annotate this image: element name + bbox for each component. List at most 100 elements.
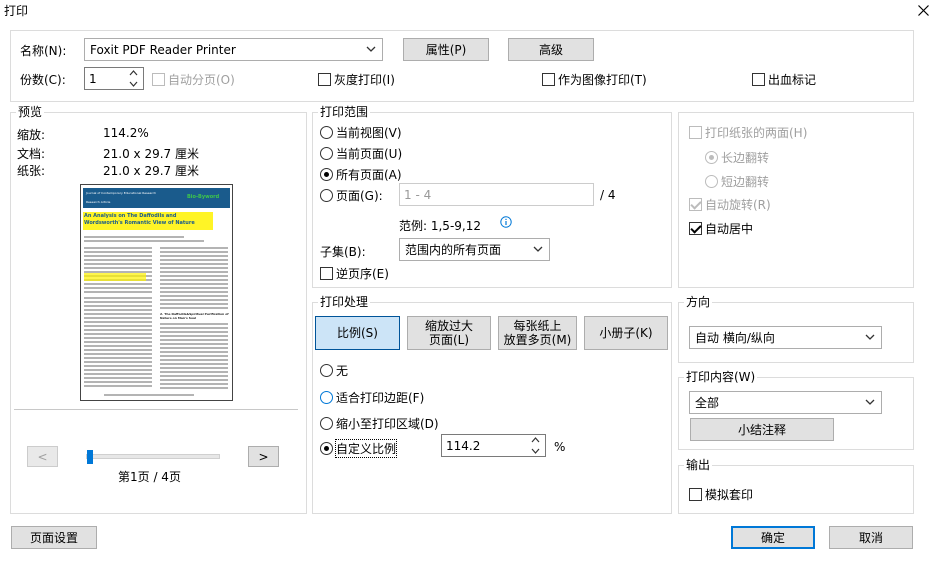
copies-label: 份数(C): (20, 73, 66, 87)
print-range-title: 打印范围 (318, 105, 371, 119)
bleed-marks-checkbox[interactable]: 出血标记 (752, 71, 816, 88)
simulate-overprint-label: 模拟套印 (705, 488, 754, 502)
advanced-button[interactable]: 高级 (508, 38, 594, 61)
copies-stepper[interactable]: 1 (84, 67, 144, 90)
all-pages-label: 所有页面(A) (336, 168, 402, 182)
current-view-label: 当前视图(V) (336, 126, 402, 140)
next-page-button[interactable]: > (248, 446, 279, 467)
current-view-radio-circle (320, 126, 333, 139)
tab-tile-large-pages[interactable]: 缩放过大 页面(L) (407, 316, 491, 350)
short-edge-radio[interactable]: 短边翻转 (705, 173, 769, 190)
fit-margins-radio-circle (320, 391, 333, 404)
shrink-radio[interactable]: 缩小至打印区域(D) (320, 415, 439, 432)
ok-button[interactable]: 确定 (731, 526, 815, 549)
total-pages: / 4 (600, 188, 616, 202)
spin-down-icon[interactable] (531, 447, 540, 455)
chevron-down-icon (865, 399, 875, 405)
tab-scale[interactable]: 比例(S) (315, 316, 400, 350)
pages-radio-circle (320, 189, 333, 202)
page-slider[interactable] (86, 450, 220, 464)
scale-none-label: 无 (336, 364, 349, 378)
scale-none-radio[interactable]: 无 (320, 362, 348, 379)
paper-label: 纸张: (17, 164, 46, 178)
auto-center-checkbox[interactable]: 自动居中 (689, 220, 753, 237)
short-edge-label: 短边翻转 (721, 175, 770, 189)
preview-divider (14, 409, 298, 410)
reverse-pages-checkbox[interactable]: 逆页序(E) (320, 265, 389, 282)
pages-radio[interactable]: 页面(G): (320, 187, 383, 204)
printer-select[interactable]: Foxit PDF Reader Printer (84, 38, 383, 61)
thumbnail-journal: Journal of Contemporary Educational Rese… (86, 191, 157, 195)
tab-multi-line1: 每张纸上 (513, 319, 562, 333)
document-value: 21.0 x 29.7 厘米 (103, 147, 199, 161)
both-sides-box (689, 126, 702, 139)
auto-rotate-label: 自动旋转(R) (705, 198, 771, 212)
thumbnail-brand: Bio-Byword (187, 194, 220, 200)
long-edge-label: 长边翻转 (721, 151, 770, 165)
tab-booklet[interactable]: 小册子(K) (584, 316, 668, 350)
properties-button[interactable]: 属性(P) (403, 38, 489, 61)
auto-rotate-box (689, 198, 702, 211)
pages-input[interactable]: 1 - 4 (399, 183, 594, 206)
both-sides-checkbox[interactable]: 打印纸张的两面(H) (689, 124, 807, 141)
current-page-radio[interactable]: 当前页面(U) (320, 145, 402, 162)
page-setup-button[interactable]: 页面设置 (11, 526, 97, 549)
collate-checkbox[interactable]: 自动分页(O) (152, 71, 235, 88)
simulate-overprint-checkbox[interactable]: 模拟套印 (689, 486, 753, 503)
print-what-select[interactable]: 全部 (689, 391, 882, 414)
fit-margins-label: 适合打印边距(F) (336, 391, 425, 405)
tab-tile-line1: 缩放过大 (424, 319, 473, 333)
tab-multi-line2: 放置多页(M) (503, 333, 572, 347)
orientation-title: 方向 (684, 295, 713, 309)
orientation-select-value: 自动 横向/纵向 (695, 331, 775, 345)
orientation-select[interactable]: 自动 横向/纵向 (689, 326, 882, 349)
printer-name-label: 名称(N): (20, 44, 67, 58)
long-edge-radio[interactable]: 长边翻转 (705, 149, 769, 166)
page-slider-thumb[interactable] (87, 450, 93, 464)
window-title: 打印 (4, 4, 29, 18)
thumbnail-journal-sub: Research Article (86, 200, 111, 204)
custom-scale-radio-circle (320, 442, 333, 455)
spin-up-icon[interactable] (531, 436, 540, 444)
thumbnail-article-title: An Analysis on The Daffodils and Wordswo… (84, 213, 195, 226)
printer-select-value: Foxit PDF Reader Printer (90, 42, 236, 57)
info-icon[interactable] (500, 216, 512, 228)
scale-value: 114.2% (103, 126, 149, 140)
custom-scale-radio[interactable]: 自定义比例 (320, 439, 398, 458)
shrink-label: 缩小至打印区域(D) (336, 417, 439, 431)
copies-value: 1 (89, 71, 97, 86)
print-what-title: 打印内容(W) (684, 370, 758, 384)
prev-page-button[interactable]: < (27, 446, 58, 467)
pages-placeholder: 1 - 4 (404, 187, 432, 202)
custom-scale-label: 自定义比例 (334, 439, 398, 458)
paper-value: 21.0 x 29.7 厘米 (103, 164, 199, 178)
custom-scale-stepper[interactable]: 114.2 (441, 434, 546, 457)
print-as-image-checkbox[interactable]: 作为图像打印(T) (542, 71, 647, 88)
range-example: 范例: 1,5-9,12 (399, 219, 481, 233)
tab-multiple-pages[interactable]: 每张纸上 放置多页(M) (498, 316, 577, 350)
auto-center-box (689, 222, 702, 235)
fit-margins-radio[interactable]: 适合打印边距(F) (320, 389, 424, 406)
auto-rotate-checkbox[interactable]: 自动旋转(R) (689, 196, 771, 213)
tab-tile-line2: 页面(L) (428, 333, 470, 347)
both-sides-label: 打印纸张的两面(H) (705, 126, 808, 140)
bleed-marks-box (752, 73, 765, 86)
shrink-radio-circle (320, 417, 333, 430)
grayscale-checkbox[interactable]: 灰度打印(I) (318, 71, 395, 88)
auto-center-label: 自动居中 (705, 222, 754, 236)
cancel-button[interactable]: 取消 (829, 526, 913, 549)
pages-label: 页面(G): (336, 189, 383, 203)
summarize-comments-button[interactable]: 小结注释 (690, 418, 834, 441)
close-button[interactable] (910, 0, 936, 20)
subset-select[interactable]: 范围内的所有页面 (399, 238, 550, 261)
all-pages-radio-circle (320, 168, 333, 181)
page-handling-title: 打印处理 (318, 295, 371, 309)
bleed-marks-label: 出血标记 (768, 73, 817, 87)
spin-up-icon[interactable] (129, 69, 138, 77)
print-what-select-value: 全部 (695, 396, 720, 410)
all-pages-radio[interactable]: 所有页面(A) (320, 166, 402, 183)
short-edge-radio-circle (705, 175, 718, 188)
subset-label: 子集(B): (320, 245, 366, 259)
current-view-radio[interactable]: 当前视图(V) (320, 124, 402, 141)
spin-down-icon[interactable] (129, 80, 138, 88)
